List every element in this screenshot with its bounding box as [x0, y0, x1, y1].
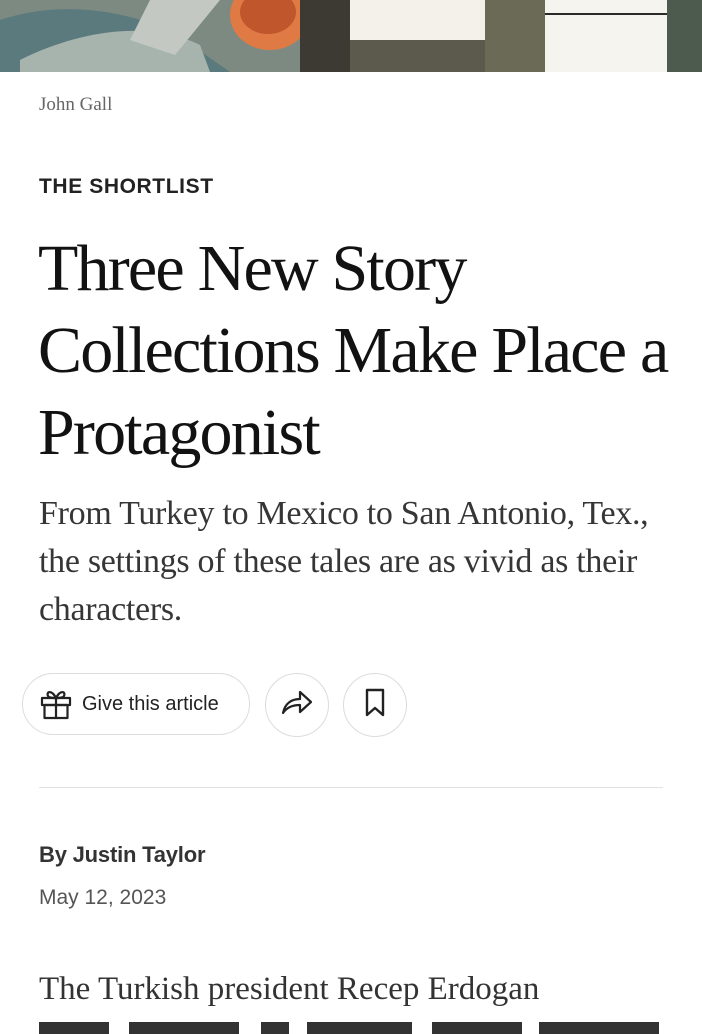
bookmark-icon [364, 688, 386, 722]
article-headline: Three New Story Collections Make Place a… [38, 232, 669, 469]
give-article-button[interactable]: Give this article [22, 673, 250, 735]
article-date: May 12, 2023 [39, 886, 167, 909]
article-body-next-line-partial [39, 1014, 659, 1034]
article-byline[interactable]: By Justin Taylor [39, 842, 206, 868]
partial-text-line [39, 1022, 659, 1034]
section-kicker[interactable]: THE SHORTLIST [39, 175, 214, 199]
hero-illustration [0, 0, 702, 72]
give-article-label: Give this article [82, 692, 219, 715]
article-summary: From Turkey to Mexico to San Antonio, Te… [39, 495, 649, 628]
save-button[interactable] [343, 673, 407, 737]
image-credit: John Gall [39, 94, 113, 115]
share-button[interactable] [265, 673, 329, 737]
gift-icon [38, 686, 74, 722]
article-body-first-line: The Turkish president Recep Erdogan [39, 971, 540, 1007]
divider [39, 787, 663, 788]
share-icon [280, 689, 314, 721]
article-hero-image [0, 0, 702, 72]
